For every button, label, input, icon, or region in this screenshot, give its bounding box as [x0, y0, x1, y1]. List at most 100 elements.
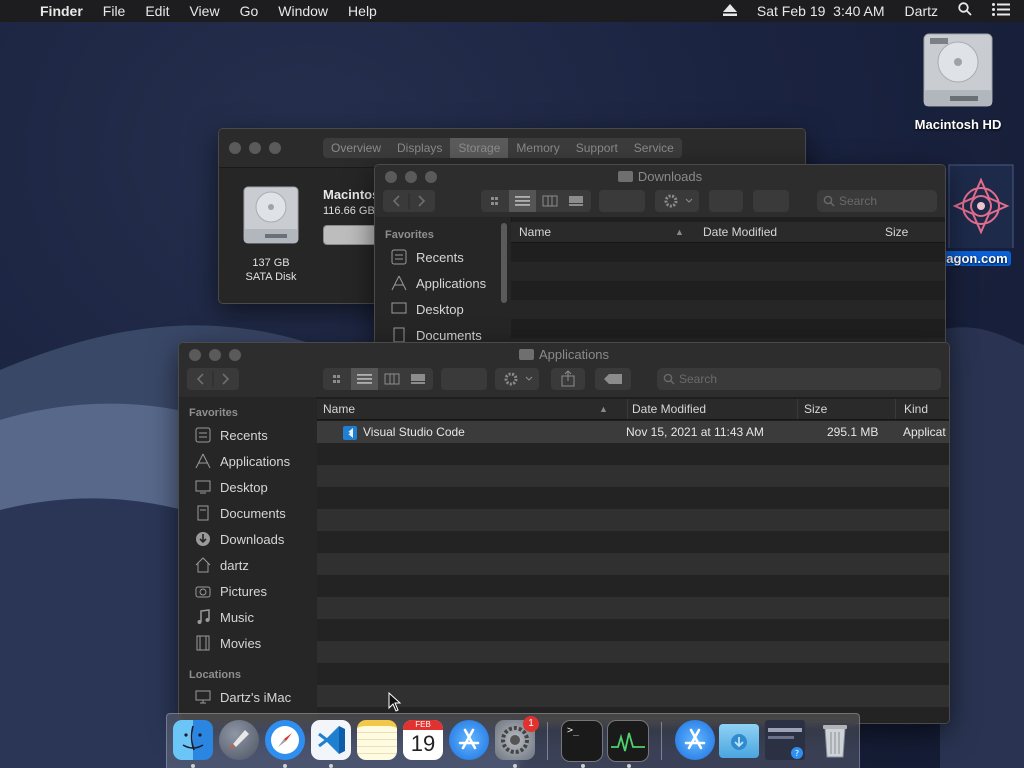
tab-service[interactable]: Service: [626, 138, 682, 158]
eject-icon[interactable]: [713, 0, 747, 22]
back-forward-buttons[interactable]: [383, 190, 435, 212]
zoom-button[interactable]: [269, 142, 281, 154]
dock-running-indicator: [329, 764, 333, 768]
svg-text:?: ?: [795, 749, 799, 758]
share-button[interactable]: [709, 190, 743, 212]
menu-app-name[interactable]: Finder: [30, 0, 93, 22]
tab-support[interactable]: Support: [568, 138, 626, 158]
notification-center-icon[interactable]: [982, 0, 1024, 22]
column-kind[interactable]: Kind: [895, 399, 928, 419]
applications-titlebar: Applications Search: [179, 343, 949, 397]
tag-button[interactable]: [753, 190, 789, 212]
column-size[interactable]: Size: [797, 399, 827, 419]
imac-icon: [195, 689, 213, 705]
mouse-cursor-icon: [388, 692, 402, 712]
dock-activity-monitor-icon[interactable]: [607, 720, 649, 762]
sidebar-scrollbar[interactable]: [501, 223, 507, 303]
sidebar-item-imac[interactable]: Dartz's iMac: [195, 689, 291, 705]
action-gear-button[interactable]: [495, 368, 539, 390]
column-name[interactable]: Name: [323, 399, 355, 419]
sidebar-item-pictures[interactable]: Pictures: [195, 583, 267, 599]
close-button[interactable]: [229, 142, 241, 154]
dock-running-indicator: [513, 764, 517, 768]
sidebar-item-documents[interactable]: Documents: [195, 505, 286, 521]
desktop-icon-label: Macintosh HD: [914, 117, 1002, 132]
group-by-button[interactable]: [441, 368, 487, 390]
column-name[interactable]: Name: [519, 222, 551, 242]
dock-app-store-icon[interactable]: [449, 720, 489, 760]
tab-memory[interactable]: Memory: [508, 138, 567, 158]
sidebar-item-desktop[interactable]: Desktop: [195, 479, 268, 495]
dock-notes-icon[interactable]: [357, 720, 397, 760]
action-gear-button[interactable]: [655, 190, 699, 212]
sidebar-item-desktop[interactable]: Desktop: [391, 301, 464, 317]
table-row[interactable]: Visual Studio Code Nov 15, 2021 at 11:43…: [317, 421, 949, 443]
desktop-icon: [195, 479, 213, 495]
dock-trash-icon[interactable]: [815, 720, 855, 760]
menu-go[interactable]: Go: [230, 0, 269, 22]
back-forward-buttons[interactable]: [187, 368, 239, 390]
terminal-prompt: >_: [567, 725, 580, 736]
menubar-datetime[interactable]: Sat Feb 19 3:40 AM: [747, 0, 895, 22]
tab-overview[interactable]: Overview: [323, 138, 389, 158]
menu-view[interactable]: View: [179, 0, 229, 22]
menubar-user[interactable]: Dartz: [895, 0, 948, 22]
applications-icon: [195, 453, 213, 469]
dock-separator: [661, 722, 662, 760]
search-field[interactable]: Search: [657, 368, 941, 390]
menu-help[interactable]: Help: [338, 0, 387, 22]
menu-file[interactable]: File: [93, 0, 136, 22]
dock-running-indicator: [191, 764, 195, 768]
view-mode-buttons[interactable]: [481, 190, 591, 212]
minimize-button[interactable]: [249, 142, 261, 154]
applications-sidebar: Favorites Recents Applications Desktop D…: [179, 397, 318, 723]
notification-badge: 1: [523, 716, 539, 732]
sidebar-item-applications[interactable]: Applications: [195, 453, 290, 469]
column-size[interactable]: Size: [885, 222, 908, 242]
dock-vscode-icon[interactable]: [311, 720, 351, 760]
dock-running-indicator: [627, 764, 631, 768]
group-by-button[interactable]: [599, 190, 645, 212]
sidebar-item-applications[interactable]: Applications: [391, 275, 486, 291]
dock-running-indicator: [581, 764, 585, 768]
disk-size: 137 GB: [252, 257, 290, 269]
dock-calendar-icon[interactable]: FEB 19: [403, 720, 443, 760]
desktop-icon-label-selected: agon.com: [943, 251, 1011, 266]
calendar-day: 19: [410, 731, 436, 756]
menu-edit[interactable]: Edit: [135, 0, 179, 22]
downloads-icon: [195, 531, 213, 547]
tab-displays[interactable]: Displays: [389, 138, 450, 158]
search-field[interactable]: Search: [817, 190, 937, 212]
dock-downloads-folder-icon[interactable]: [719, 724, 759, 758]
column-header: Name ▲ Date Modified Size Kind: [317, 399, 949, 420]
dock-terminal-icon[interactable]: >_: [561, 720, 603, 762]
dock-running-indicator: [283, 764, 287, 768]
dock-safari-icon[interactable]: [265, 720, 305, 760]
sidebar-item-recents[interactable]: Recents: [391, 249, 464, 265]
music-icon: [195, 609, 213, 625]
menu-window[interactable]: Window: [268, 0, 338, 22]
sidebar-item-movies[interactable]: Movies: [195, 635, 261, 651]
documents-icon: [391, 327, 409, 343]
tag-button[interactable]: [595, 368, 631, 390]
sidebar-item-home[interactable]: dartz: [195, 557, 249, 573]
sidebar-item-music[interactable]: Music: [195, 609, 254, 625]
sidebar-item-recents[interactable]: Recents: [195, 427, 268, 443]
desktop-icon-macintosh-hd[interactable]: Macintosh HD: [908, 32, 1008, 132]
sidebar-item-downloads[interactable]: Downloads: [195, 531, 284, 547]
view-mode-buttons[interactable]: [323, 368, 433, 390]
dock-screenshot-stack-icon[interactable]: ?: [765, 720, 805, 760]
applications-window: Applications Search Favorites Recents Ap…: [178, 342, 950, 724]
about-tabs: Overview Displays Storage Memory Support…: [323, 138, 682, 158]
column-date-modified[interactable]: Date Modified: [627, 399, 706, 419]
home-icon: [195, 557, 213, 573]
spotlight-search-icon[interactable]: [948, 0, 982, 22]
dock-finder-icon[interactable]: [173, 720, 213, 760]
tab-storage[interactable]: Storage: [450, 138, 509, 158]
dock-app-store-folder-icon[interactable]: [675, 720, 715, 760]
sidebar-item-documents[interactable]: Documents: [391, 327, 482, 343]
share-button[interactable]: [551, 368, 585, 390]
window-title: Applications: [179, 347, 949, 362]
dock-launchpad-icon[interactable]: [219, 720, 259, 760]
column-date-modified[interactable]: Date Modified: [703, 222, 777, 242]
